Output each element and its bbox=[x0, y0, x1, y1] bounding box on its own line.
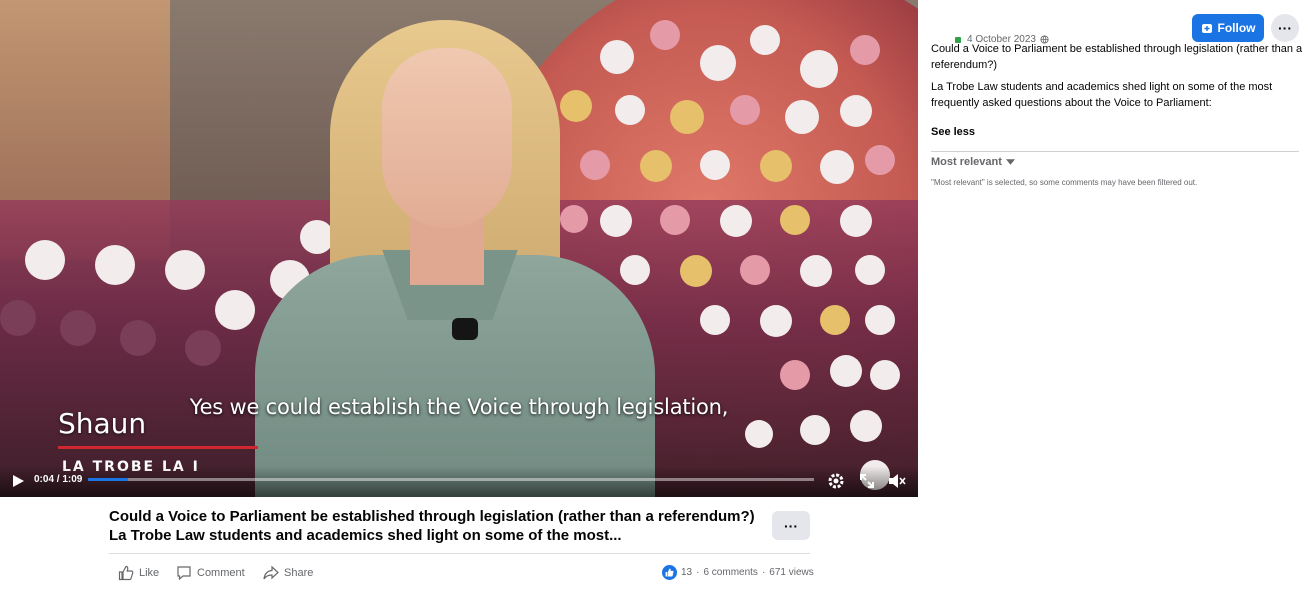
fullscreen-icon[interactable] bbox=[857, 471, 877, 491]
see-less-link[interactable]: See less bbox=[931, 126, 975, 138]
post-description-paragraph: Could a Voice to Parliament be establish… bbox=[931, 43, 1303, 71]
background-dot bbox=[730, 95, 760, 125]
post-title: Could a Voice to Parliament be establish… bbox=[109, 508, 755, 544]
background-dot bbox=[800, 50, 838, 88]
comment-icon bbox=[177, 566, 191, 581]
stats-separator: · bbox=[761, 567, 766, 578]
like-icon bbox=[118, 565, 134, 581]
more-dots-icon: ··· bbox=[1278, 20, 1292, 36]
sort-label: Most relevant bbox=[931, 156, 1002, 168]
progress-fill bbox=[88, 478, 128, 481]
like-button[interactable]: Like bbox=[118, 565, 159, 581]
background-dot bbox=[850, 35, 880, 65]
background-dot bbox=[600, 205, 632, 237]
background-dot bbox=[780, 205, 810, 235]
background-dot bbox=[855, 255, 885, 285]
background-dot bbox=[750, 25, 780, 55]
background-dot bbox=[185, 330, 221, 366]
background-dot bbox=[760, 305, 792, 337]
stats-separator: · bbox=[696, 567, 700, 578]
reaction-count[interactable]: 13 bbox=[681, 567, 692, 578]
background-dot bbox=[760, 150, 792, 182]
comment-label: Comment bbox=[197, 567, 245, 579]
background-dot bbox=[25, 240, 65, 280]
background-dot bbox=[700, 305, 730, 335]
background-dot bbox=[720, 205, 752, 237]
like-label: Like bbox=[139, 567, 160, 579]
background-dot bbox=[670, 100, 704, 134]
video-controls: 0:04 / 1:09 bbox=[0, 466, 918, 497]
background-dot bbox=[870, 360, 900, 390]
background-dot bbox=[560, 205, 588, 233]
panel-more-button[interactable]: ··· bbox=[1271, 14, 1299, 42]
background-dot bbox=[580, 150, 610, 180]
video-caption: Yes we could establish the Voice through… bbox=[189, 395, 729, 419]
background-dot bbox=[865, 145, 895, 175]
progress-bar[interactable] bbox=[88, 478, 814, 481]
person-face bbox=[382, 48, 512, 228]
follow-icon bbox=[1201, 24, 1212, 33]
background-dot bbox=[830, 355, 862, 387]
background-dot bbox=[840, 95, 872, 127]
video-timecode: 0:04 / 1:09 bbox=[34, 474, 83, 485]
background-dot bbox=[0, 300, 36, 336]
background-dot bbox=[650, 20, 680, 50]
volume-icon[interactable] bbox=[886, 471, 906, 491]
filter-note: "Most relevant" is selected, so some com… bbox=[931, 178, 1198, 187]
background-dot bbox=[785, 100, 819, 134]
post-stats: 13 · 6 comments · 671 views bbox=[662, 565, 814, 580]
background-dot bbox=[740, 255, 770, 285]
background-dot bbox=[165, 250, 205, 290]
background-dot bbox=[800, 255, 832, 287]
share-label: Share bbox=[284, 567, 314, 579]
share-button[interactable]: Share bbox=[263, 565, 313, 581]
background-dot bbox=[700, 150, 730, 180]
panel-divider bbox=[931, 151, 1299, 152]
background-dot bbox=[560, 90, 592, 122]
background-dot bbox=[745, 420, 773, 448]
more-dots-icon: ··· bbox=[784, 517, 798, 534]
post-description-paragraph: La Trobe Law students and academics shed… bbox=[931, 81, 1273, 109]
share-icon bbox=[263, 565, 279, 580]
comment-button[interactable]: Comment bbox=[176, 565, 245, 581]
speaker-underline bbox=[58, 446, 258, 449]
post-divider bbox=[109, 553, 810, 554]
follow-label: Follow bbox=[1217, 21, 1256, 35]
background-dot bbox=[95, 245, 135, 285]
post-more-button[interactable]: ··· bbox=[772, 511, 810, 540]
background-dot bbox=[680, 255, 712, 287]
caret-down-icon bbox=[1005, 159, 1015, 165]
background-dot bbox=[120, 320, 156, 356]
background-dot bbox=[820, 305, 850, 335]
video-player[interactable]: Shaun LA TROBE LA I Yes we could establi… bbox=[0, 0, 918, 497]
background-dot bbox=[820, 150, 854, 184]
comment-count[interactable]: 6 comments bbox=[703, 567, 757, 578]
background-dot bbox=[660, 205, 690, 235]
view-count: 671 views bbox=[769, 567, 814, 578]
background-dot bbox=[620, 255, 650, 285]
background-dot bbox=[60, 310, 96, 346]
background-dot bbox=[865, 305, 895, 335]
background-dot bbox=[840, 205, 872, 237]
follow-button[interactable]: Follow bbox=[1192, 14, 1264, 42]
background-dot bbox=[615, 95, 645, 125]
background-dot bbox=[800, 415, 830, 445]
settings-icon[interactable] bbox=[826, 471, 846, 491]
background-dot bbox=[640, 150, 672, 182]
background-dot bbox=[700, 45, 736, 81]
background-dot bbox=[600, 40, 634, 74]
background-dot bbox=[780, 360, 810, 390]
background-dot bbox=[215, 290, 255, 330]
like-reaction-icon[interactable] bbox=[662, 565, 677, 580]
lapel-mic bbox=[452, 318, 478, 340]
comment-sort-dropdown[interactable]: Most relevant bbox=[931, 156, 1015, 168]
background-dot bbox=[300, 220, 334, 254]
play-icon[interactable] bbox=[10, 473, 26, 489]
